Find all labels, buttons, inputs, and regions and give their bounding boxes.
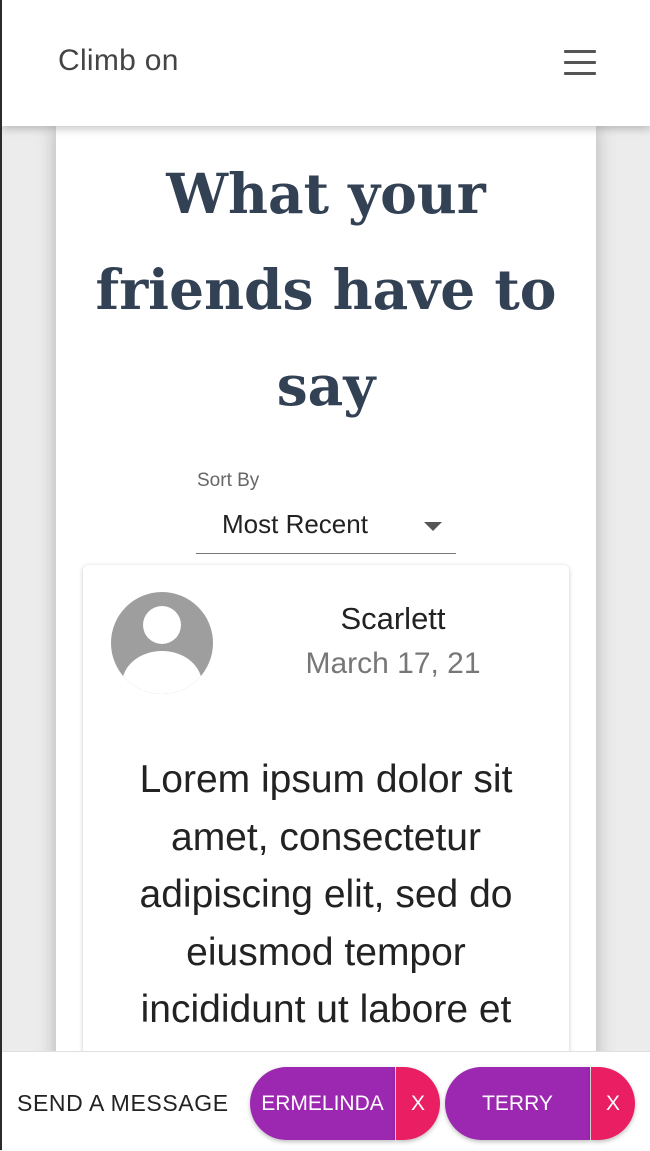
review-text: Lorem ipsum dolor sit amet, consectetur … bbox=[139, 758, 513, 1031]
recipient-chip-name[interactable]: ERMELINDA bbox=[250, 1067, 395, 1140]
main-panel: What your friends have to say Sort By Mo… bbox=[56, 126, 596, 1150]
review-date: March 17, 21 bbox=[305, 647, 481, 680]
app-title: Climb on bbox=[58, 44, 179, 77]
send-message-label: SEND A MESSAGE bbox=[17, 1090, 229, 1116]
dropdown-caret-icon bbox=[424, 522, 442, 531]
message-bar: SEND A MESSAGE ERMELINDA X TERRY X bbox=[2, 1051, 650, 1151]
menu-line bbox=[564, 61, 596, 64]
hamburger-menu-icon[interactable] bbox=[557, 45, 601, 81]
recipient-chip-name[interactable]: TERRY bbox=[445, 1067, 590, 1140]
review-card: Scarlett March 17, 21 Lorem ipsum dolor … bbox=[83, 565, 569, 1125]
reviewer-name: Scarlett bbox=[340, 601, 446, 636]
page-title: What your friends have to say bbox=[95, 161, 557, 418]
sort-selected-value: Most Recent bbox=[222, 509, 368, 539]
sort-label: Sort By bbox=[197, 470, 260, 491]
app-bar: Climb on bbox=[2, 0, 650, 126]
sort-select[interactable]: Most Recent bbox=[196, 502, 456, 554]
default-avatar-icon bbox=[111, 592, 213, 694]
menu-line bbox=[564, 72, 596, 75]
window-edge bbox=[0, 0, 2, 1150]
menu-line bbox=[564, 50, 596, 53]
remove-recipient-button[interactable]: X bbox=[396, 1067, 440, 1140]
remove-recipient-button[interactable]: X bbox=[591, 1067, 635, 1140]
